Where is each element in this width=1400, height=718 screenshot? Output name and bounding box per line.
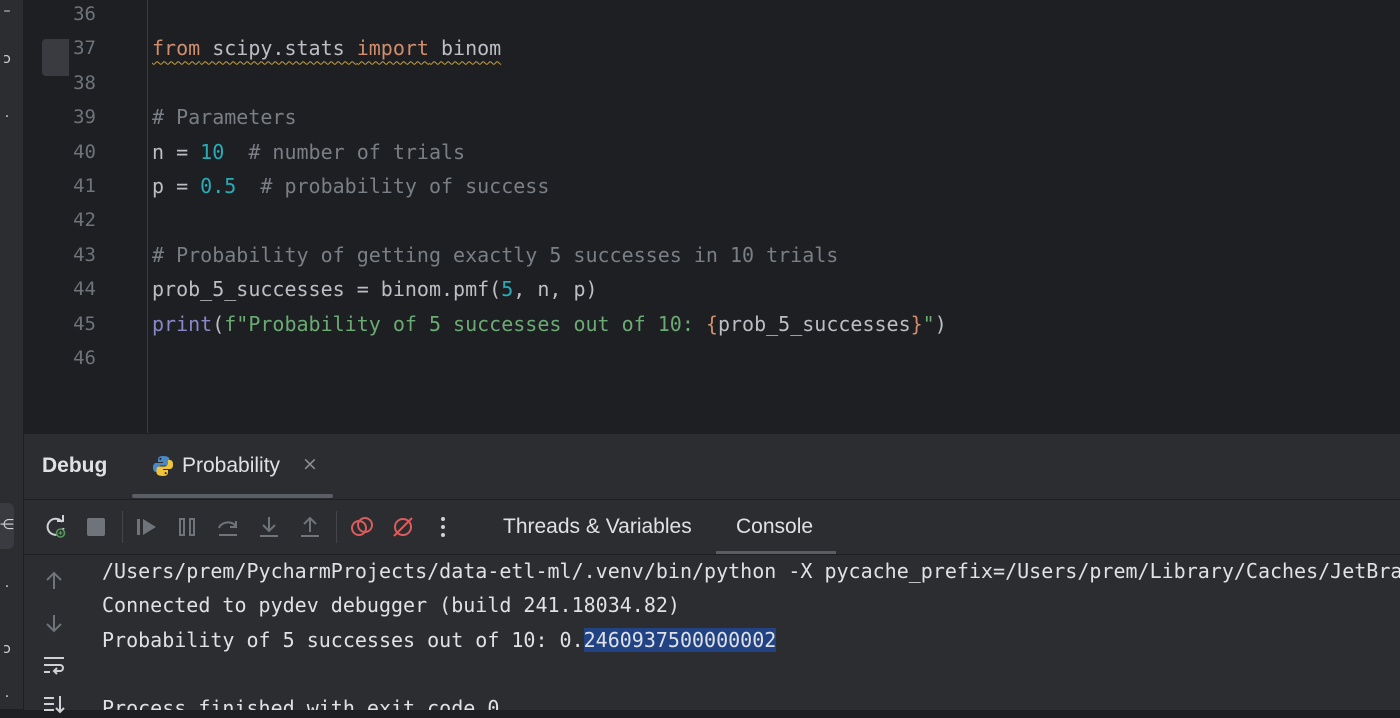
line-number[interactable]: 46 [24, 341, 96, 375]
scroll-up-icon[interactable] [41, 568, 67, 594]
scroll-to-end-icon[interactable] [41, 692, 67, 718]
strip-dot2-icon[interactable]: · [0, 580, 14, 594]
result-prefix: Probability of 5 successes out of 10: 0. [102, 628, 584, 652]
strip-tool-icon[interactable]: ɔ [0, 52, 14, 66]
step-into-icon[interactable] [256, 514, 282, 540]
line-number[interactable]: 37 [24, 31, 96, 65]
strip-terminal-icon[interactable]: ɔ [0, 642, 14, 656]
code-line[interactable]: 46 [24, 341, 1400, 375]
code-line[interactable]: 44 prob_5_successes = binom.pmf(5, n, p) [24, 272, 1400, 306]
tab-threads-variables[interactable]: Threads & Variables [503, 515, 692, 539]
code-line[interactable]: 43 # Probability of getting exactly 5 suc… [24, 238, 1400, 272]
code-text: n = 10 # number of trials [152, 135, 465, 169]
code-token: 0.5 [200, 174, 237, 198]
code-line[interactable]: 42 [24, 203, 1400, 237]
code-area[interactable]: 36 37 from scipy.stats import binom 38 39 # P… [70, 0, 1400, 433]
strip-debug-icon[interactable]: ⋲ [0, 518, 14, 532]
toolbar-separator [336, 511, 337, 543]
code-token: print [152, 311, 213, 336]
step-out-icon[interactable] [297, 514, 323, 540]
line-number[interactable]: 42 [24, 203, 96, 237]
code-token: # number of trials [224, 139, 466, 164]
python-icon [153, 456, 173, 476]
session-tab-probability[interactable]: Probability × [132, 434, 333, 498]
line-number[interactable]: 43 [24, 238, 96, 272]
toolbar-separator [122, 511, 123, 543]
rerun-icon[interactable] [43, 514, 69, 540]
code-token: prob_5_successes = binom.pmf( [152, 277, 502, 302]
scroll-down-icon[interactable] [41, 610, 67, 636]
strip-dot-icon[interactable]: · [0, 110, 14, 124]
resume-icon[interactable] [134, 514, 160, 540]
console-line: /Users/prem/PycharmProjects/data-etl-ml/… [102, 559, 1400, 583]
selected-result-value[interactable]: 2460937500000002 [583, 628, 777, 652]
code-editor[interactable]: 36 37 from scipy.stats import binom 38 39 # P… [24, 0, 1400, 433]
line-number[interactable]: 38 [24, 66, 96, 100]
code-token: { [705, 311, 718, 336]
debug-title: Debug [42, 454, 108, 477]
code-token: ) [934, 311, 947, 336]
line-number[interactable]: 45 [24, 307, 96, 341]
line-number[interactable]: 41 [24, 169, 96, 203]
code-text: print(f"Probability of 5 successes out o… [152, 307, 947, 341]
strip-git-icon[interactable]: · [0, 690, 14, 704]
code-token: p = [152, 174, 201, 198]
code-line[interactable]: 37 from scipy.stats import binom [24, 31, 1400, 65]
code-line[interactable]: 41 p = 0.5 # probability of success [24, 169, 1400, 203]
code-text: from scipy.stats import binom [152, 31, 501, 65]
code-line[interactable]: 40 n = 10 # number of trials [24, 135, 1400, 169]
stop-icon[interactable] [83, 514, 109, 540]
debug-toolbar: Threads & Variables Console [24, 499, 1400, 555]
code-text: p = 0.5 # probability of success [152, 169, 549, 203]
console-result-line: Probability of 5 successes out of 10: 0.… [102, 623, 777, 657]
line-number[interactable]: 40 [24, 135, 96, 169]
code-text: # Parameters [152, 100, 297, 134]
console-line: Connected to pydev debugger (build 241.1… [102, 593, 680, 617]
mute-breakpoints-icon[interactable] [390, 514, 416, 540]
strip-dash-icon[interactable]: – [0, 4, 14, 18]
soft-wrap-icon[interactable] [41, 652, 67, 678]
code-token: # Probability of getting exactly 5 succe… [152, 242, 839, 267]
code-text: # Probability of getting exactly 5 succe… [152, 238, 838, 272]
step-over-icon[interactable] [215, 514, 241, 540]
code-line[interactable]: 45 print(f"Probability of 5 successes out… [24, 307, 1400, 341]
more-icon[interactable] [430, 514, 456, 540]
code-token: import [356, 36, 429, 61]
code-token: binom [428, 36, 502, 61]
view-breakpoints-icon[interactable] [349, 514, 375, 540]
tab-console[interactable]: Console [736, 515, 813, 539]
console-line: Process finished with exit code 0 [102, 696, 500, 710]
code-token: # Parameters [152, 105, 297, 130]
pause-icon[interactable] [174, 514, 200, 540]
code-token: prob_5_successes [717, 311, 911, 336]
code-line[interactable]: 36 [24, 0, 1400, 31]
console-side-toolbar [24, 554, 84, 714]
code-token: ( [212, 311, 225, 336]
line-number[interactable]: 39 [24, 100, 96, 134]
line-number[interactable]: 44 [24, 272, 96, 306]
code-token: # probability of success [236, 174, 550, 198]
code-token: from [152, 36, 201, 61]
close-icon[interactable]: × [302, 453, 318, 475]
code-token: f"Probability of 5 successes out of 10: [224, 311, 706, 336]
code-token: scipy.stats [200, 36, 357, 61]
left-tool-strip: – ɔ · ⋲ · ɔ · [0, 0, 24, 709]
code-token: , n, p) [513, 277, 598, 302]
session-tab-underline [132, 494, 333, 498]
session-label: Probability [182, 454, 281, 477]
line-number[interactable]: 36 [24, 0, 96, 31]
code-token: n = [152, 139, 201, 164]
console-output[interactable]: /Users/prem/PycharmProjects/data-etl-ml/… [102, 554, 1400, 710]
code-text: prob_5_successes = binom.pmf(5, n, p) [152, 272, 598, 306]
debug-tool-window: Debug Probability × Threads & Variables … [24, 433, 1400, 714]
code-token: 10 [200, 139, 225, 164]
code-line[interactable]: 39 # Parameters [24, 100, 1400, 134]
code-token: 5 [501, 277, 514, 302]
code-token: " [922, 311, 935, 336]
code-token: } [910, 311, 923, 336]
code-line[interactable]: 38 [24, 66, 1400, 100]
